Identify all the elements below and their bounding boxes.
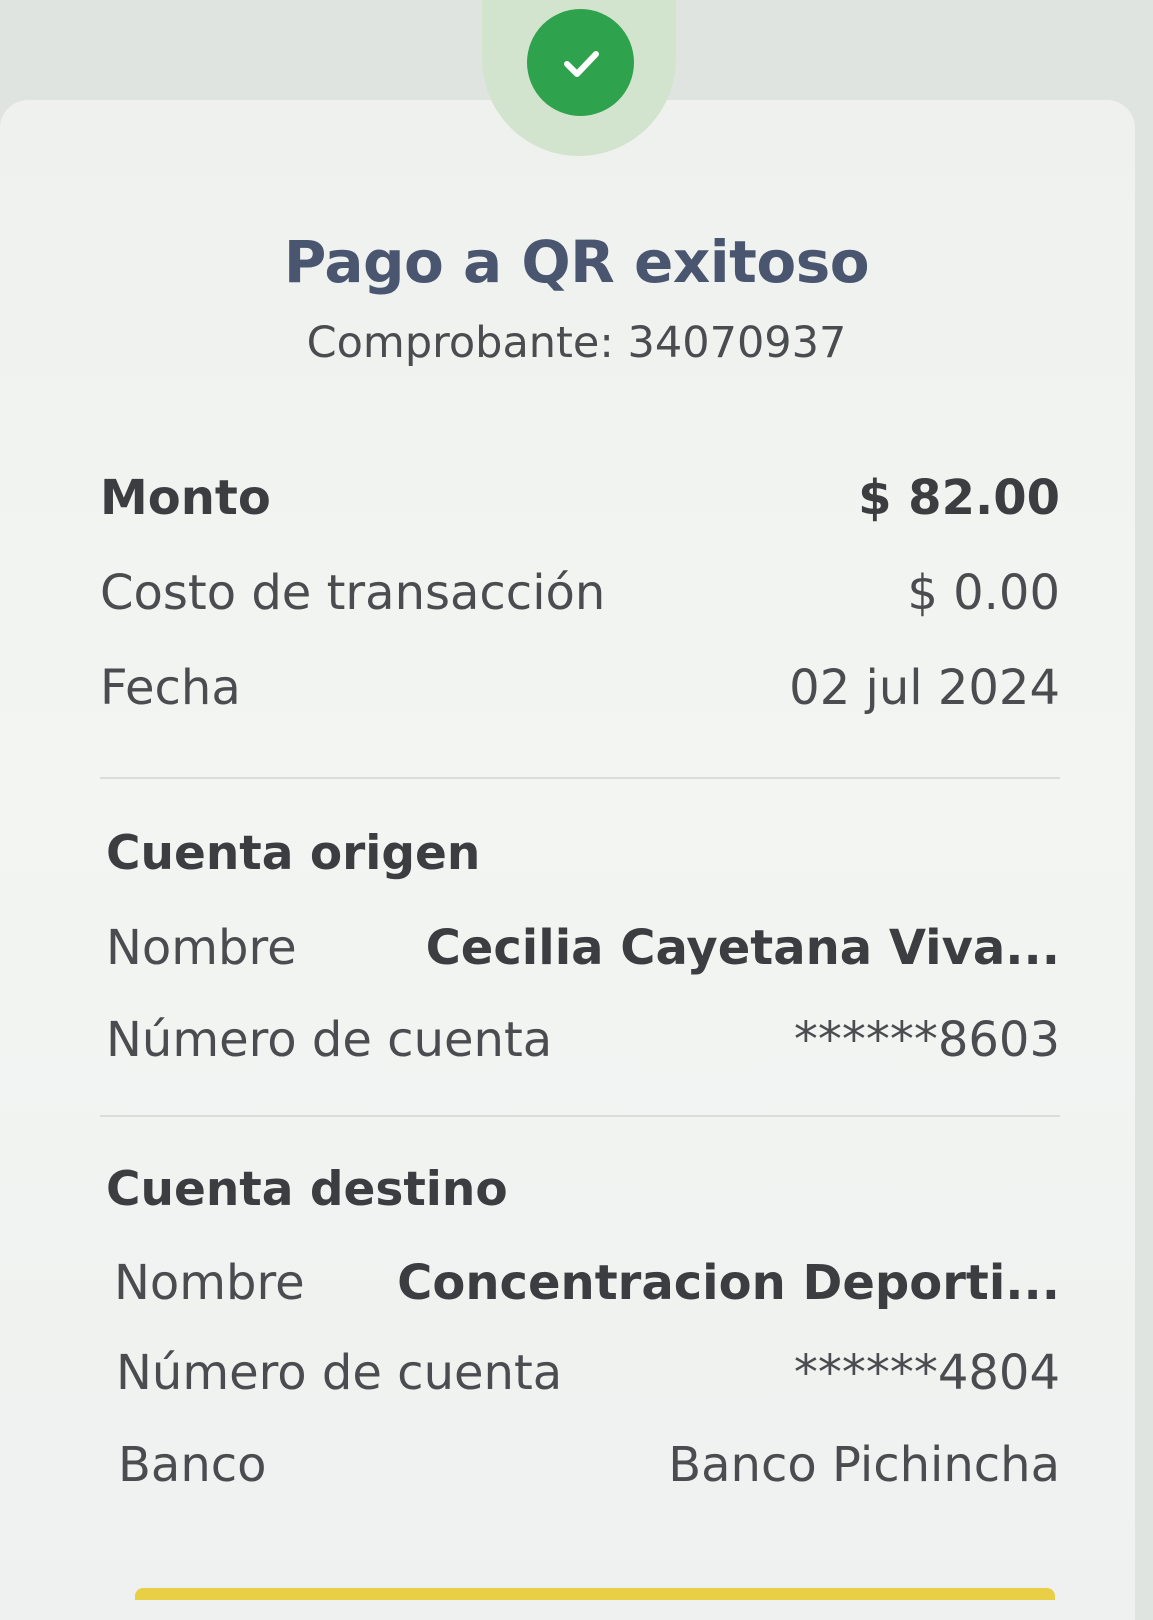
date-row: Fecha 02 jul 2024 <box>100 660 1060 720</box>
destination-bank-value: Banco Pichincha <box>668 1437 1060 1493</box>
origin-name-row: Nombre Cecilia Cayetana Viva... <box>106 920 1060 980</box>
origin-account-row: Número de cuenta ******8603 <box>106 1012 1060 1072</box>
origin-name-label: Nombre <box>106 920 297 976</box>
date-label: Fecha <box>100 660 241 716</box>
fee-label: Costo de transacción <box>100 565 606 621</box>
fee-row: Costo de transacción $ 0.00 <box>100 565 1060 625</box>
checkmark-icon <box>527 9 634 116</box>
amount-row: Monto $ 82.00 <box>100 470 1060 530</box>
page-title: Pago a QR exitoso <box>283 228 870 296</box>
destination-bank-row: Banco Banco Pichincha <box>118 1437 1060 1497</box>
destination-account-label: Número de cuenta <box>116 1345 563 1401</box>
origin-account-value: ******8603 <box>793 1012 1060 1068</box>
checkmark-glyph <box>563 50 599 77</box>
origin-name-value: Cecilia Cayetana Viva... <box>425 920 1060 976</box>
receipt-number: Comprobante: 34070937 <box>306 318 847 368</box>
origin-section-title: Cuenta origen <box>106 826 481 881</box>
destination-name-row: Nombre Concentracion Deporti... <box>114 1255 1060 1315</box>
origin-account-label: Número de cuenta <box>106 1012 553 1068</box>
destination-name-value: Concentracion Deporti... <box>397 1255 1060 1311</box>
fee-value: $ 0.00 <box>907 565 1060 621</box>
destination-account-row: Número de cuenta ******4804 <box>116 1345 1060 1405</box>
destination-section-title: Cuenta destino <box>106 1162 508 1217</box>
date-value: 02 jul 2024 <box>789 660 1060 716</box>
destination-account-value: ******4804 <box>793 1345 1060 1401</box>
destination-bank-label: Banco <box>118 1437 267 1493</box>
amount-label: Monto <box>100 470 271 526</box>
divider <box>100 777 1060 779</box>
destination-name-label: Nombre <box>114 1255 305 1311</box>
amount-value: $ 82.00 <box>858 470 1060 526</box>
primary-action-button[interactable] <box>135 1588 1055 1600</box>
divider <box>100 1115 1060 1117</box>
